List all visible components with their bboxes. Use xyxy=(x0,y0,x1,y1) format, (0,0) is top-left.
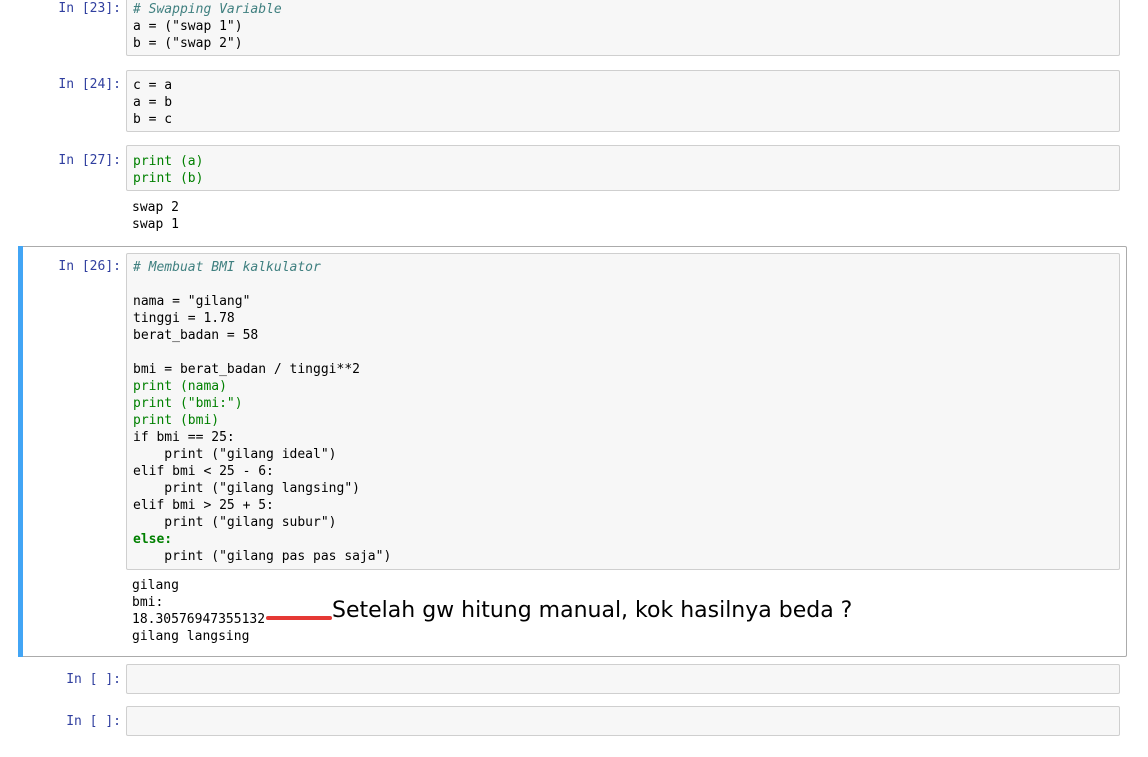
code-line: a = ("swap 1") xyxy=(133,19,243,34)
cell-output: gilang bmi: 18.30576947355132 gilang lan… xyxy=(132,577,265,645)
annotation-arrow-line xyxy=(266,616,332,620)
code-line: berat_badan = 58 xyxy=(133,328,259,343)
cell-prompt: In [ ]: xyxy=(66,672,121,687)
code-input[interactable]: # Membuat BMI kalkulator nama = "gilang"… xyxy=(126,253,1120,570)
selected-cell-indicator xyxy=(18,246,23,657)
cell-output: swap 2 swap 1 xyxy=(132,199,179,233)
code-line: print (b) xyxy=(133,171,204,186)
cell-prompt: In [26]: xyxy=(58,259,121,274)
code-line: print ("bmi:") xyxy=(133,396,243,411)
code-input[interactable] xyxy=(126,664,1120,694)
cell-prompt: In [ ]: xyxy=(66,714,121,729)
code-line: bmi = berat_badan / tinggi**2 xyxy=(133,362,360,377)
code-line: a = b xyxy=(133,95,173,110)
code-line: nama = "gilang" xyxy=(133,294,251,309)
output-line: swap 1 xyxy=(132,217,179,232)
output-line: swap 2 xyxy=(132,200,179,215)
code-line: print (a) xyxy=(133,154,204,169)
code-line: print ("gilang ideal") xyxy=(133,447,337,462)
code-line: c = a xyxy=(133,78,173,93)
code-line: print ("gilang langsing") xyxy=(133,481,360,496)
cell-prompt: In [24]: xyxy=(58,77,121,92)
cell-prompt: In [27]: xyxy=(58,153,121,168)
code-line: print (nama) xyxy=(133,379,227,394)
code-line: else: xyxy=(133,532,173,547)
code-input[interactable] xyxy=(126,706,1120,736)
code-line: elif bmi > 25 + 5: xyxy=(133,498,274,513)
output-line: gilang langsing xyxy=(132,629,250,644)
code-line: print ("gilang subur") xyxy=(133,515,337,530)
code-input[interactable]: # Swapping Variable a = ("swap 1") b = (… xyxy=(126,0,1120,56)
code-line: tinggi = 1.78 xyxy=(133,311,235,326)
code-line: # Membuat BMI kalkulator xyxy=(133,260,321,275)
output-line: gilang xyxy=(132,578,179,593)
annotation-text: Setelah gw hitung manual, kok hasilnya b… xyxy=(332,598,853,623)
code-line: b = ("swap 2") xyxy=(133,36,243,51)
code-input[interactable]: print (a) print (b) xyxy=(126,145,1120,191)
code-line: # Swapping Variable xyxy=(133,2,282,17)
cell-prompt: In [23]: xyxy=(58,1,121,16)
code-line: print ("gilang pas pas saja") xyxy=(133,549,392,564)
code-input[interactable]: c = a a = b b = c xyxy=(126,70,1120,132)
output-line: bmi: xyxy=(132,595,164,610)
code-line: if bmi == 25: xyxy=(133,430,235,445)
code-line: b = c xyxy=(133,112,173,127)
code-line: print (bmi) xyxy=(133,413,220,428)
code-line: elif bmi < 25 - 6: xyxy=(133,464,274,479)
bmi-output-value: 18.30576947355132 xyxy=(132,612,266,627)
